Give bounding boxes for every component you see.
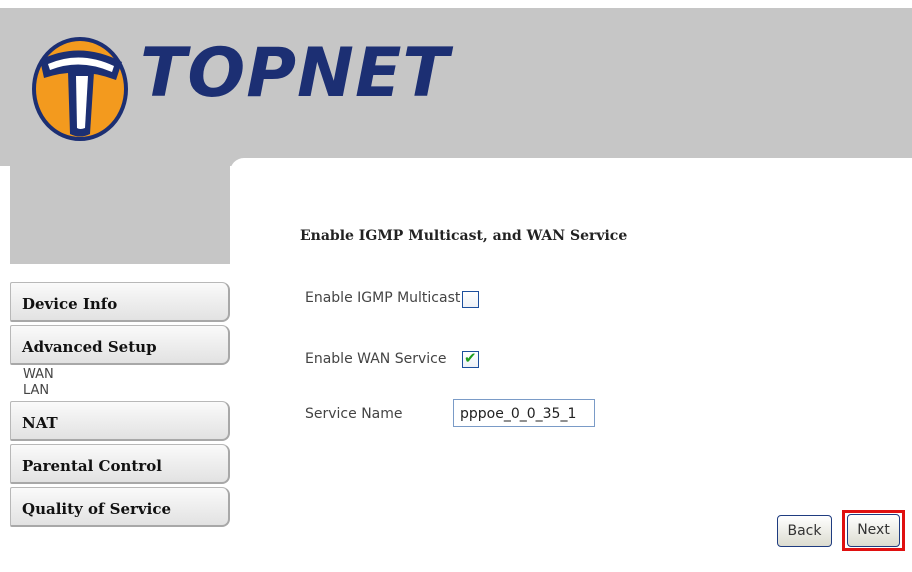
wan-service-label: Enable WAN Service [305, 351, 447, 367]
brand-name: TOPNET [140, 34, 450, 113]
sidebar-subitem-wan[interactable]: WAN [10, 367, 232, 383]
sidebar-nav: Device Info Advanced Setup WAN LAN NAT P… [10, 282, 232, 530]
sidebar-item-parental-control[interactable]: Parental Control [10, 444, 230, 484]
page-title: Enable IGMP Multicast, and WAN Service [300, 228, 628, 244]
sidebar-item-nat[interactable]: NAT [10, 401, 230, 441]
next-button[interactable]: Next [847, 514, 900, 547]
sidebar-item-quality-of-service[interactable]: Quality of Service [10, 487, 230, 527]
service-name-input[interactable]: pppoe_0_0_35_1 [453, 399, 595, 427]
igmp-multicast-checkbox[interactable] [462, 291, 479, 308]
back-button[interactable]: Back [777, 515, 832, 547]
advanced-setup-submenu: WAN LAN [10, 367, 232, 399]
header-banner: TOPNET [0, 8, 912, 166]
topnet-logo-icon [32, 37, 128, 141]
sidebar-subitem-lan[interactable]: LAN [10, 383, 232, 399]
service-name-label: Service Name [305, 406, 403, 422]
sidebar-item-advanced-setup[interactable]: Advanced Setup [10, 325, 230, 365]
next-button-highlight: Next [842, 510, 905, 551]
sidebar-header-area [10, 166, 230, 264]
igmp-multicast-label: Enable IGMP Multicast [305, 290, 461, 306]
wan-service-checkbox[interactable]: ✔ [462, 349, 479, 368]
checkmark-icon: ✔ [464, 349, 477, 367]
sidebar-item-device-info[interactable]: Device Info [10, 282, 230, 322]
